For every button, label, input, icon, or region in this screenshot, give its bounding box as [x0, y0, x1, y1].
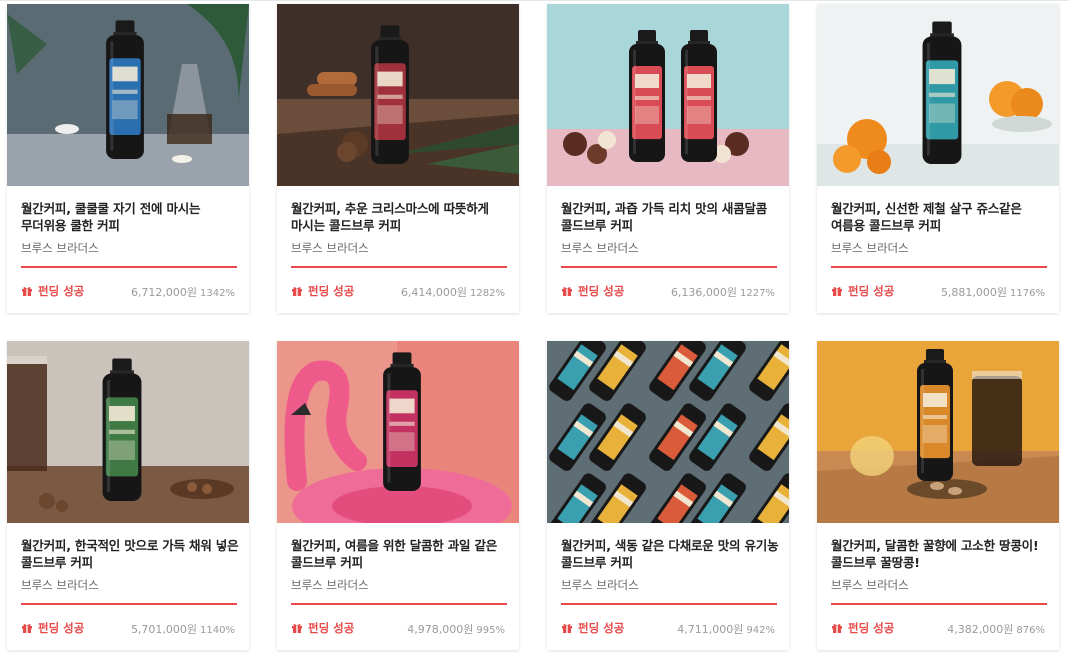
maker-name: 브루스 브라더스: [291, 241, 369, 255]
funding-status: 펀딩 성공: [831, 283, 894, 299]
funding-progress-fill: [21, 266, 237, 268]
product-title[interactable]: 월간커피, 여름을 위한 달콤한 과일 같은 콜드브루 커피: [291, 538, 509, 571]
product-card[interactable]: 월간커피, 여름을 위한 달콤한 과일 같은 콜드브루 커피 브루스 브라더스 …: [277, 341, 519, 650]
gift-icon: [831, 622, 843, 634]
product-title[interactable]: 월간커피, 쿨쿨쿨 자기 전에 마시는 무더위용 쿨한 커피: [21, 201, 239, 234]
gift-icon: [291, 285, 303, 297]
funding-amount-value: 4,711,000원: [677, 623, 744, 636]
funding-status-label: 펀딩 성공: [848, 284, 895, 298]
product-title[interactable]: 월간커피, 추운 크리스마스에 따뜻하게 마시는 콜드브루 커피: [291, 201, 509, 234]
funding-amount-value: 4,382,000원: [947, 623, 1014, 636]
product-card[interactable]: 월간커피, 쿨쿨쿨 자기 전에 마시는 무더위용 쿨한 커피 브루스 브라더스 …: [7, 4, 249, 313]
funding-status: 펀딩 성공: [21, 620, 84, 636]
product-card[interactable]: 월간커피, 색동 같은 다채로운 맛의 유기농 콜드브루 커피 브루스 브라더스…: [547, 341, 789, 650]
product-image[interactable]: [7, 4, 249, 186]
funding-progress-bar: [561, 603, 777, 605]
maker-name: 브루스 브라더스: [21, 578, 99, 592]
product-card[interactable]: 월간커피, 과즙 가득 리치 맛의 새콤달콤 콜드브루 커피 브루스 브라더스 …: [547, 4, 789, 313]
funding-amount-value: 6,136,000원: [670, 286, 738, 299]
funding-percent: 1342%: [200, 288, 235, 299]
funding-status-label: 펀딩 성공: [578, 621, 625, 635]
funding-amount-value: 5,701,000원: [130, 623, 198, 636]
funding-percent: 1282%: [470, 288, 505, 299]
product-image[interactable]: [817, 341, 1059, 523]
product-card[interactable]: 월간커피, 달콤한 꿀향에 고소한 땅콩이! 콜드브루 꿀땅콩! 브루스 브라더…: [817, 341, 1059, 650]
maker-name: 브루스 브라더스: [831, 241, 909, 255]
funding-amount: 5,881,000원 1176%: [941, 284, 1045, 300]
funding-progress-bar: [291, 603, 507, 605]
top-divider: [0, 0, 1069, 1]
funding-amount: 5,701,000원 1140%: [131, 621, 235, 637]
funding-amount: 4,711,000원 942%: [677, 621, 775, 637]
gift-icon: [831, 285, 843, 297]
maker-name: 브루스 브라더스: [291, 578, 369, 592]
gift-icon: [21, 285, 33, 297]
funding-status: 펀딩 성공: [21, 283, 84, 299]
funding-progress-bar: [21, 266, 237, 268]
funding-amount: 6,414,000원 1282%: [401, 284, 505, 300]
funding-status: 펀딩 성공: [561, 283, 624, 299]
product-image[interactable]: [547, 4, 789, 186]
funding-progress-bar: [831, 603, 1047, 605]
funding-progress-fill: [291, 266, 507, 268]
product-grid: 월간커피, 쿨쿨쿨 자기 전에 마시는 무더위용 쿨한 커피 브루스 브라더스 …: [7, 4, 1059, 650]
gift-icon: [291, 622, 303, 634]
funding-amount: 4,382,000원 876%: [947, 621, 1045, 637]
funding-progress-fill: [831, 266, 1047, 268]
product-title[interactable]: 월간커피, 달콤한 꿀향에 고소한 땅콩이! 콜드브루 꿀땅콩!: [831, 538, 1049, 571]
product-image[interactable]: [817, 4, 1059, 186]
funding-amount-value: 6,414,000원: [400, 286, 468, 299]
funding-amount: 6,712,000원 1342%: [131, 284, 235, 300]
product-image[interactable]: [547, 341, 789, 523]
maker-name: 브루스 브라더스: [561, 578, 639, 592]
funding-status: 펀딩 성공: [291, 620, 354, 636]
funding-status-label: 펀딩 성공: [308, 284, 355, 298]
funding-status-label: 펀딩 성공: [38, 284, 85, 298]
funding-amount: 6,136,000원 1227%: [671, 284, 775, 300]
product-image[interactable]: [277, 341, 519, 523]
funding-status-label: 펀딩 성공: [308, 621, 355, 635]
product-card[interactable]: 월간커피, 신선한 제철 살구 쥬스같은 여름용 콜드브루 커피 브루스 브라더…: [817, 4, 1059, 313]
funding-percent: 1176%: [1010, 288, 1045, 299]
product-image[interactable]: [277, 4, 519, 186]
funding-progress-fill: [561, 266, 777, 268]
funding-progress-bar: [291, 266, 507, 268]
product-title[interactable]: 월간커피, 한국적인 맛으로 가득 채워 넣은 콜드브루 커피: [21, 538, 239, 571]
funding-progress-fill: [291, 603, 507, 605]
product-title[interactable]: 월간커피, 신선한 제철 살구 쥬스같은 여름용 콜드브루 커피: [831, 201, 1049, 234]
maker-name: 브루스 브라더스: [561, 241, 639, 255]
product-image[interactable]: [7, 341, 249, 523]
funding-amount-value: 6,712,000원: [130, 286, 198, 299]
funding-status-label: 펀딩 성공: [848, 621, 895, 635]
funding-progress-fill: [831, 603, 1047, 605]
funding-amount-value: 5,881,000원: [940, 286, 1008, 299]
funding-progress-bar: [21, 603, 237, 605]
funding-status: 펀딩 성공: [561, 620, 624, 636]
funding-status: 펀딩 성공: [831, 620, 894, 636]
product-card[interactable]: 월간커피, 한국적인 맛으로 가득 채워 넣은 콜드브루 커피 브루스 브라더스…: [7, 341, 249, 650]
gift-icon: [21, 622, 33, 634]
product-title[interactable]: 월간커피, 과즙 가득 리치 맛의 새콤달콤 콜드브루 커피: [561, 201, 779, 234]
funding-amount: 4,978,000원 995%: [407, 621, 505, 637]
product-card[interactable]: 월간커피, 추운 크리스마스에 따뜻하게 마시는 콜드브루 커피 브루스 브라더…: [277, 4, 519, 313]
funding-progress-fill: [21, 603, 237, 605]
funding-percent: 1140%: [200, 625, 235, 636]
gift-icon: [561, 285, 573, 297]
funding-progress-bar: [831, 266, 1047, 268]
product-title[interactable]: 월간커피, 색동 같은 다채로운 맛의 유기농 콜드브루 커피: [561, 538, 779, 571]
funding-status: 펀딩 성공: [291, 283, 354, 299]
funding-percent: 876%: [1016, 625, 1045, 636]
funding-progress-bar: [561, 266, 777, 268]
maker-name: 브루스 브라더스: [831, 578, 909, 592]
funding-amount-value: 4,978,000원: [407, 623, 474, 636]
funding-status-label: 펀딩 성공: [38, 621, 85, 635]
funding-progress-fill: [561, 603, 777, 605]
maker-name: 브루스 브라더스: [21, 241, 99, 255]
funding-percent: 995%: [476, 625, 505, 636]
funding-percent: 1227%: [740, 288, 775, 299]
funding-percent: 942%: [746, 625, 775, 636]
gift-icon: [561, 622, 573, 634]
funding-status-label: 펀딩 성공: [578, 284, 625, 298]
